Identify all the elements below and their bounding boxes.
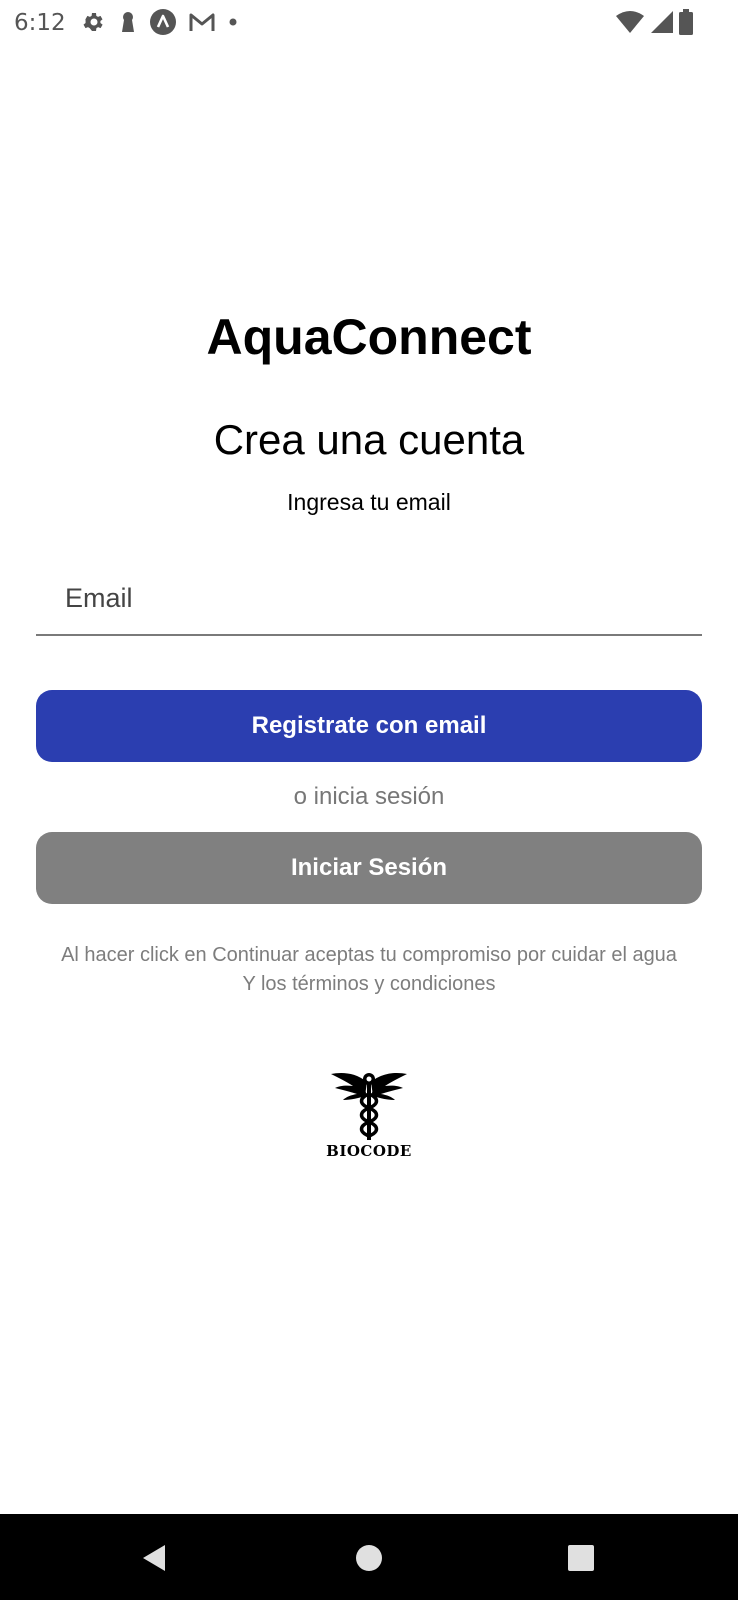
login-button-label: Iniciar Sesión — [290, 854, 448, 881]
recents-icon[interactable] — [561, 1538, 601, 1578]
terms-text: Al hacer click en Continuar aceptas tu c… — [0, 941, 738, 999]
terms-line-2: Y los términos y condiciones — [242, 973, 496, 995]
caduceus-logo-icon — [331, 1072, 407, 1140]
dot-icon — [228, 17, 238, 27]
login-button[interactable]: Iniciar Sesión — [36, 832, 702, 904]
notification-icons — [82, 9, 238, 35]
keyhole-icon — [119, 10, 137, 34]
page-subheading: Ingresa tu email — [287, 489, 451, 515]
page-heading: Crea una cuenta — [213, 416, 525, 463]
home-icon[interactable] — [349, 1538, 389, 1578]
app-title: AquaConnect — [206, 309, 532, 365]
system-icons — [616, 9, 694, 35]
register-button-label: Registrate con email — [251, 712, 487, 739]
navigation-bar — [0, 1514, 738, 1600]
gmail-icon — [189, 11, 215, 33]
screen: 6:12 AquaConnect Crea una cuenta Ingresa… — [0, 0, 738, 1600]
battery-icon — [678, 9, 694, 35]
status-bar: 6:12 — [0, 0, 738, 44]
settings-icon — [82, 10, 106, 34]
app-a-icon — [150, 9, 176, 35]
status-time: 6:12 — [14, 10, 66, 36]
email-input[interactable] — [36, 562, 702, 636]
logo-text: BIOCODE — [326, 1142, 412, 1160]
register-with-email-button[interactable]: Registrate con email — [36, 690, 702, 762]
signal-icon — [649, 10, 673, 34]
wifi-icon — [616, 11, 644, 33]
back-icon[interactable] — [134, 1538, 174, 1578]
terms-line-1: Al hacer click en Continuar aceptas tu c… — [61, 944, 677, 966]
or-login-text: o inicia sesión — [293, 783, 445, 810]
